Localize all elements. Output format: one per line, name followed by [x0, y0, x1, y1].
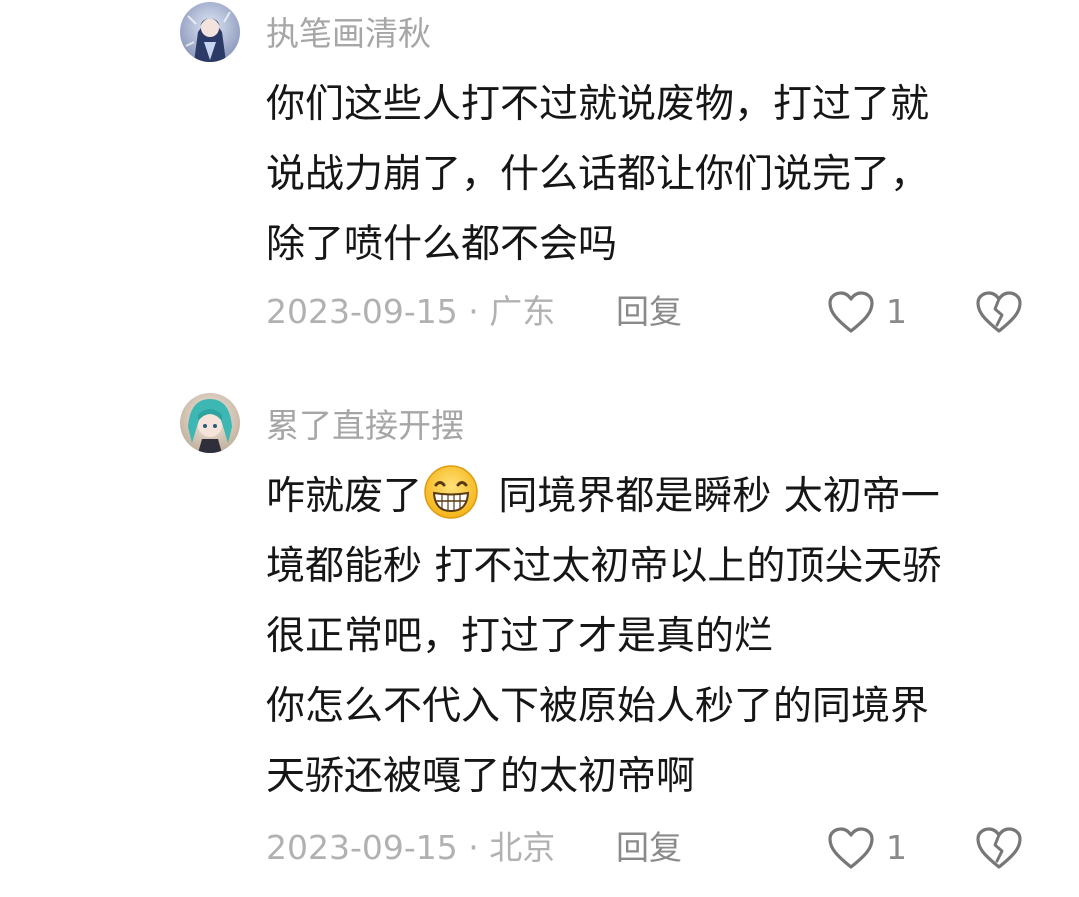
- comment-line: 很正常吧，打过了才是真的烂: [266, 614, 774, 659]
- username[interactable]: 累了直接开摆: [266, 406, 464, 446]
- comment-line: 你们这些人打不过就说废物，打过了就: [266, 82, 930, 127]
- comment-text: 你们这些人打不过就说废物，打过了就 说战力崩了，什么话都让你们说完了， 除了喷什…: [266, 70, 1046, 280]
- dislike-button[interactable]: [974, 288, 1024, 336]
- comment-line: 说战力崩了，什么话都让你们说完了，: [266, 152, 930, 197]
- like-button[interactable]: 1: [826, 288, 907, 336]
- grinning-face-emoji-icon: [422, 463, 480, 521]
- heart-outline-icon: [828, 827, 874, 869]
- like-count: 1: [886, 292, 907, 331]
- avatar[interactable]: [180, 2, 240, 62]
- anime-character-avatar-icon: [180, 393, 240, 453]
- comment-line: 境都能秒 打不过太初帝以上的顶尖天骄: [266, 544, 942, 589]
- comment-meta: 2023-09-15 · 北京: [266, 828, 556, 867]
- anime-character-avatar-icon: [180, 2, 240, 62]
- heart-outline-icon: [828, 291, 874, 333]
- like-count: 1: [886, 828, 907, 867]
- comment-meta: 2023-09-15 · 广东: [266, 292, 556, 331]
- username[interactable]: 执笔画清秋: [266, 14, 431, 54]
- comment-text-fragment: 咋就废了: [266, 474, 423, 519]
- comment-line: 你怎么不代入下被原始人秒了的同境界: [266, 684, 930, 729]
- comment-list: 执笔画清秋 你们这些人打不过就说废物，打过了就 说战力崩了，什么话都让你们说完了…: [0, 0, 1079, 897]
- avatar[interactable]: [180, 393, 240, 453]
- comment-text-fragment: 同境界都是瞬秒 太初帝一: [486, 474, 940, 519]
- comment-line: 除了喷什么都不会吗: [266, 222, 618, 267]
- broken-heart-icon: [976, 827, 1022, 869]
- like-button[interactable]: 1: [826, 824, 907, 872]
- reply-button[interactable]: 回复: [616, 824, 682, 872]
- comment-line: 天骄还被嘎了的太初帝啊: [266, 754, 696, 799]
- dislike-button[interactable]: [974, 824, 1024, 872]
- comment-line: 咋就废了 同境界都是瞬秒 太初帝一: [266, 462, 1046, 532]
- broken-heart-icon: [976, 291, 1022, 333]
- comment-text: 咋就废了 同境界都是瞬秒 太初帝一 境都能秒 打不过太初帝以上的顶尖天骄 很正常…: [266, 462, 1046, 812]
- reply-button[interactable]: 回复: [616, 288, 682, 336]
